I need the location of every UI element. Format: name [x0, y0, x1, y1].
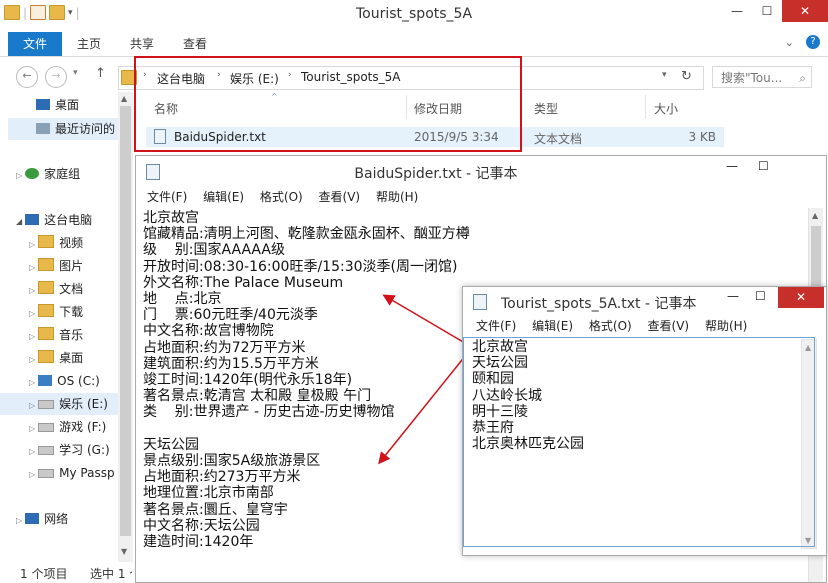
menu-format[interactable]: 格式(O) — [589, 319, 632, 333]
notepad-window-tourist-spots: Tourist_spots_5A.txt - 记事本 — ☐ ✕ 文件(F) 编… — [462, 286, 827, 556]
notepad-title: Tourist_spots_5A.txt - 记事本 — [501, 296, 697, 312]
minimize-button[interactable]: — — [727, 289, 739, 303]
menu-help[interactable]: 帮助(H) — [705, 319, 747, 333]
arrow-to-temple-of-heaven — [378, 349, 471, 465]
notepad-icon — [473, 294, 487, 310]
text-line: 颐和园 — [472, 371, 514, 388]
text-line: 八达岭长城 — [472, 387, 542, 404]
scroll-down-icon[interactable]: ▼ — [805, 536, 811, 545]
text-line: 北京奥林匹克公园 — [472, 436, 584, 453]
menu-view[interactable]: 查看(V) — [648, 319, 690, 333]
text-line: 北京故宫 — [472, 339, 528, 355]
text-line: 恭王府 — [472, 420, 514, 437]
notepad-scrollbar[interactable]: ▲ ▼ — [801, 339, 817, 549]
menu-edit[interactable]: 编辑(E) — [532, 319, 573, 333]
menu-file[interactable]: 文件(F) — [476, 319, 516, 333]
close-button[interactable]: ✕ — [778, 287, 824, 308]
text-line: 明十三陵 — [472, 403, 528, 420]
text-line: 天坛公园 — [472, 355, 528, 372]
arrow-to-palace-museum — [382, 294, 471, 347]
notepad-titlebar: Tourist_spots_5A.txt - 记事本 — ☐ ✕ — [463, 287, 826, 315]
notepad-text-area[interactable]: 北京故宫 天坛公园 颐和园 八达岭长城 明十三陵 恭王府 北京奥林匹克公园 — [472, 339, 802, 544]
scroll-up-icon[interactable]: ▲ — [805, 343, 811, 352]
maximize-button[interactable]: ☐ — [755, 289, 766, 303]
notepad-menubar: 文件(F) 编辑(E) 格式(O) 查看(V) 帮助(H) — [463, 315, 826, 337]
